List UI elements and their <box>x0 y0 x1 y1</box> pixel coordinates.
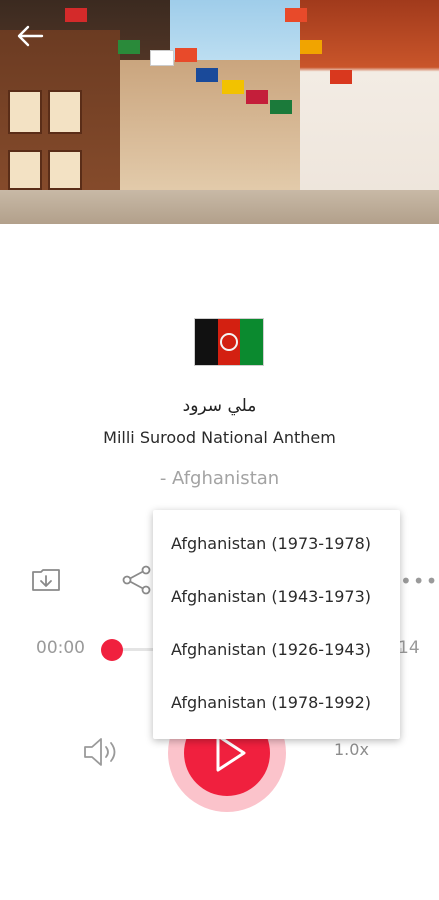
photo-window <box>8 90 42 134</box>
flag-stripe-red <box>217 319 241 365</box>
version-menu-item[interactable]: Afghanistan (1926-1943) <box>171 640 371 659</box>
arrow-left-icon <box>17 25 44 47</box>
anthem-native-title: ملي سرود <box>182 396 257 416</box>
seek-handle[interactable] <box>101 639 123 661</box>
photo-flag <box>222 80 244 94</box>
share-button[interactable] <box>121 565 153 595</box>
country-flag <box>194 318 264 366</box>
flag-stripe-black <box>195 319 218 365</box>
version-menu-item[interactable]: Afghanistan (1978-1992) <box>171 693 371 712</box>
volume-button[interactable] <box>82 736 122 768</box>
back-button[interactable] <box>12 18 48 54</box>
photo-window <box>8 150 42 190</box>
duration-time: 14 <box>398 638 420 658</box>
country-selector[interactable]: - Afghanistan <box>0 468 439 489</box>
photo-flag <box>300 40 322 54</box>
anthem-title: Milli Surood National Anthem <box>103 428 336 447</box>
photo-window <box>48 90 82 134</box>
more-icon[interactable]: ••• <box>400 569 438 593</box>
photo-flag <box>270 100 292 114</box>
photo-flag <box>196 68 218 82</box>
share-icon <box>122 565 151 595</box>
photo-flag <box>246 90 268 104</box>
photo-flag <box>175 48 197 62</box>
version-menu-item[interactable]: Afghanistan (1943-1973) <box>171 587 371 606</box>
photo-flag <box>65 8 87 22</box>
volume-icon <box>84 738 116 766</box>
flag-stripe-green <box>240 319 264 365</box>
photo-building-center <box>110 60 300 210</box>
download-button[interactable] <box>30 566 62 594</box>
version-menu-item[interactable]: Afghanistan (1973-1978) <box>171 534 371 553</box>
version-menu: Afghanistan (1973-1978) Afghanistan (194… <box>153 510 400 739</box>
elapsed-time: 00:00 <box>36 638 85 658</box>
photo-ground <box>0 190 439 224</box>
photo-window <box>48 150 82 190</box>
photo-flag <box>285 8 307 22</box>
photo-flag <box>330 70 352 84</box>
photo-flag <box>150 50 174 66</box>
speed-button[interactable]: 1.0x <box>334 740 369 759</box>
flag-emblem <box>220 333 238 351</box>
photo-flag <box>118 40 140 54</box>
header-photo <box>0 0 439 224</box>
download-icon <box>32 569 60 591</box>
